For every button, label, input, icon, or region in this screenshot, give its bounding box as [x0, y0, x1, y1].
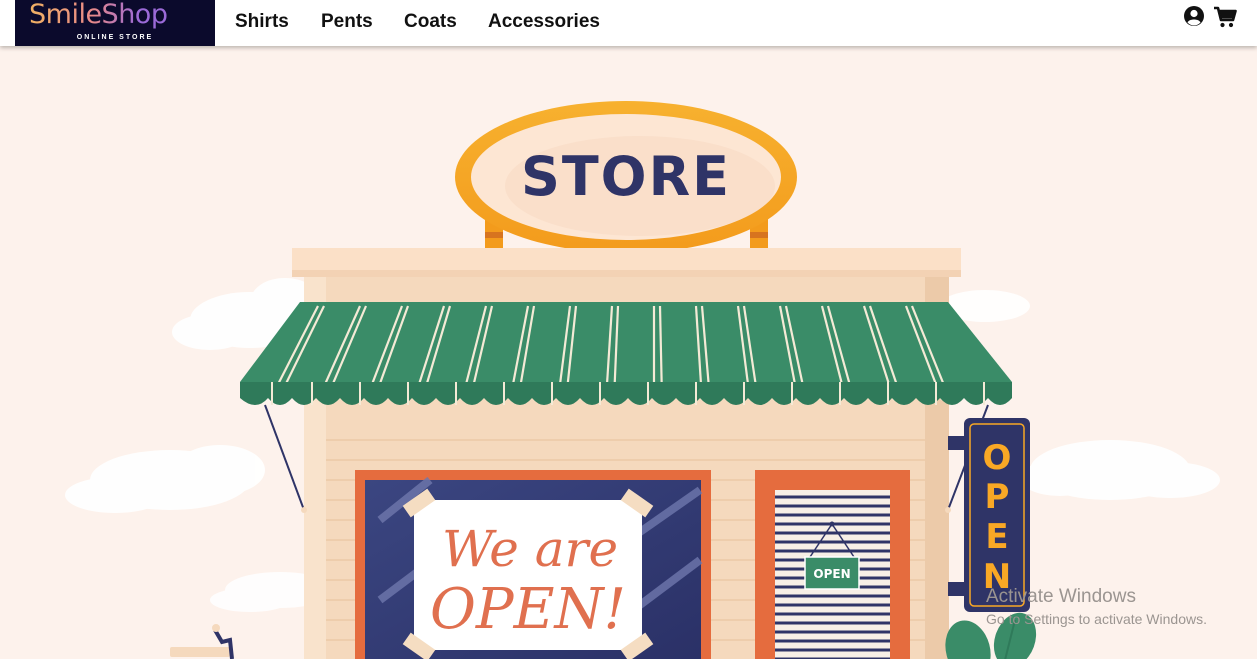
logo-title: SmileShop	[29, 0, 168, 30]
top-navbar: SmileShop ONLINE STORE Shirts Pents Coat…	[0, 0, 1257, 46]
shop-door: OPEN	[755, 470, 910, 659]
green-awning	[240, 302, 1012, 405]
open-sign-letter-e: E	[985, 517, 1008, 557]
store-sign-text: STORE	[521, 145, 731, 208]
cloud-right	[1020, 440, 1220, 500]
vertical-open-sign: O P E N	[948, 418, 1030, 612]
hero-banner: STORE We are OPEN! OPEN O P E N	[0, 46, 1257, 659]
watermark-title: Activate Windows	[986, 586, 1136, 607]
open-sign-letter-p: P	[985, 477, 1010, 517]
bottom-left-decor	[170, 624, 234, 659]
store-illustration: STORE We are OPEN! OPEN O P E N	[65, 101, 1220, 659]
logo-subtitle: ONLINE STORE	[76, 34, 154, 41]
windows-activation-watermark: Activate Windows Go to Settings to activ…	[986, 586, 1207, 628]
open-sign-letter-o: O	[983, 438, 1012, 478]
nav-link-shirts[interactable]: Shirts	[235, 11, 289, 33]
display-window: We are OPEN!	[355, 470, 711, 659]
site-logo[interactable]: SmileShop ONLINE STORE	[15, 0, 215, 46]
watermark-subtitle: Go to Settings to activate Windows.	[986, 611, 1207, 627]
nav-link-coats[interactable]: Coats	[404, 11, 457, 33]
poster-line-2: OPEN!	[430, 577, 626, 642]
cloud-left-lower	[65, 445, 265, 513]
door-tag-text: OPEN	[813, 567, 850, 581]
nav-link-pents[interactable]: Pents	[321, 11, 373, 33]
poster-line-1: We are	[442, 520, 618, 578]
user-circle-icon[interactable]	[1183, 5, 1205, 32]
cart-icon[interactable]	[1213, 5, 1237, 34]
nav-link-accessories[interactable]: Accessories	[488, 11, 600, 33]
